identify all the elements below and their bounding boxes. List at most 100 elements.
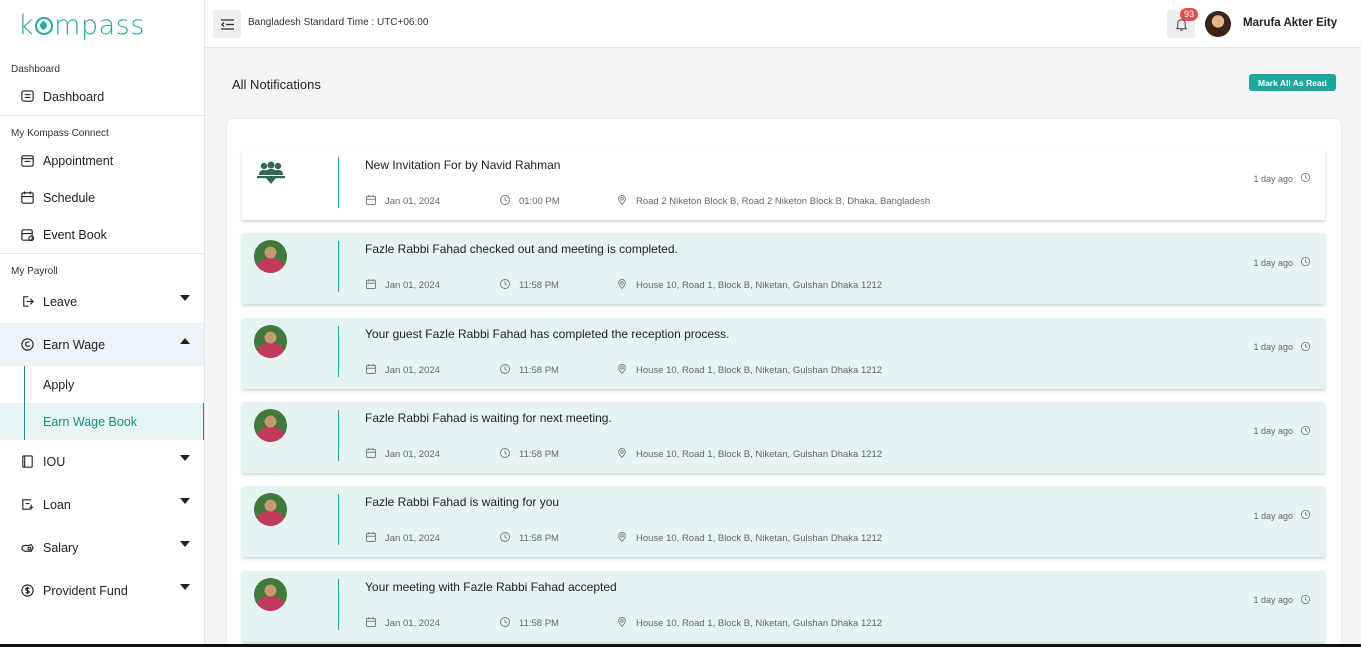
sidebar-item-appointment[interactable]: Appointment	[0, 142, 204, 179]
calendar-icon	[365, 363, 385, 378]
sidebar-item-dashboard[interactable]: Dashboard	[0, 78, 204, 115]
notification-time-ago: 1 day ago	[1253, 256, 1311, 269]
sidebar-item-event-book[interactable]: Event Book	[0, 216, 204, 253]
calendar-icon	[365, 194, 385, 209]
notification-time-ago: 1 day ago	[1253, 594, 1311, 607]
notification-date: Jan 01, 2024	[365, 616, 440, 631]
card-divider	[338, 494, 339, 546]
sidebar-item-label: IOU	[43, 454, 66, 469]
time-ago-text: 1 day ago	[1253, 595, 1293, 605]
location-pin-icon	[616, 447, 636, 462]
notification-time: 11:58 PM	[499, 531, 559, 546]
card-divider	[338, 241, 339, 293]
location-text: Road 2 Niketon Block B, Road 2 Niketon B…	[636, 196, 931, 207]
time-ago-text: 1 day ago	[1253, 510, 1293, 521]
calendar-icon	[20, 190, 35, 205]
time-text: 11:58 PM	[519, 533, 559, 545]
notification-card[interactable]: New Invitation For by Navid Rahman Jan 01…	[242, 149, 1325, 220]
sidebar-item-label: Event Book	[43, 227, 107, 242]
notification-card[interactable]: Your guest Fazle Rabbi Fahad has complet…	[242, 317, 1325, 389]
sidebar: k mpass Dashboard Dashboard My Kompass Co…	[0, 0, 205, 647]
kompass-logo[interactable]: k mpass	[0, 0, 204, 52]
user-name[interactable]: Marufa Akter Eity	[1243, 17, 1337, 29]
chevron-down-icon	[180, 584, 190, 590]
user-avatar[interactable]	[1205, 11, 1231, 37]
location-pin-icon	[616, 278, 636, 293]
notification-time: 11:58 PM	[499, 278, 559, 293]
time-ago-text: 1 day ago	[1253, 173, 1293, 184]
notification-location: Road 2 Niketon Block B, Road 2 Niketon B…	[616, 194, 930, 209]
sidebar-subitem-earn-wage-book[interactable]: Earn Wage Book	[0, 403, 204, 440]
sidebar-item-schedule[interactable]: Schedule	[0, 179, 204, 216]
sidebar-item-iou[interactable]: IOU	[0, 440, 204, 483]
leave-icon	[20, 294, 35, 309]
sidebar-item-label: Dashboard	[43, 89, 105, 104]
notification-title: Fazle Rabbi Fahad is waiting for next me…	[365, 410, 612, 425]
notification-time-ago: 1 day ago	[1253, 341, 1311, 354]
page-title: All Notifications	[232, 77, 321, 92]
menu-toggle-button[interactable]	[213, 10, 241, 38]
location-pin-icon	[616, 363, 636, 378]
sidebar-item-loan[interactable]: Loan	[0, 483, 204, 526]
clock-icon	[1293, 594, 1311, 607]
salary-icon	[20, 540, 35, 555]
notification-location: House 10, Road 1, Block B, Niketan, Guls…	[616, 447, 882, 462]
calendar-icon	[365, 616, 385, 631]
notification-card[interactable]: Fazle Rabbi Fahad checked out and meetin…	[242, 233, 1325, 305]
menu-collapse-icon	[220, 18, 234, 30]
dollar-coin-icon	[20, 583, 35, 598]
card-divider	[338, 409, 339, 461]
clock-icon	[1293, 509, 1311, 522]
clock-icon	[1293, 425, 1311, 438]
location-text: House 10, Road 1, Block B, Niketan, Guls…	[636, 533, 883, 545]
location-pin-icon	[616, 194, 636, 209]
clock-icon	[499, 531, 519, 546]
sidebar-item-label: Schedule	[43, 190, 96, 205]
sidebar-item-leave[interactable]: Leave	[0, 280, 204, 323]
notification-date: Jan 01, 2024	[365, 278, 440, 293]
notification-title: Fazle Rabbi Fahad checked out and meetin…	[365, 242, 678, 257]
notification-location: House 10, Road 1, Block B, Niketan, Guls…	[616, 531, 882, 546]
timezone-label: Bangladesh Standard Time : UTC+06:00	[248, 17, 429, 28]
notification-time: 11:58 PM	[499, 616, 559, 631]
notification-time: 01:00 PM	[499, 194, 560, 209]
notification-time: 11:58 PM	[499, 363, 559, 378]
top-header: Bangladesh Standard Time : UTC+06:00 93 …	[205, 0, 1361, 48]
sidebar-item-label: Salary	[43, 540, 79, 555]
sidebar-subitem-apply[interactable]: Apply	[0, 366, 204, 403]
clock-icon	[1293, 172, 1311, 185]
person-avatar	[254, 240, 287, 274]
notification-count-badge: 93	[1180, 8, 1199, 21]
sidebar-item-label: Loan	[43, 497, 71, 512]
person-avatar	[254, 577, 287, 611]
notification-time-ago: 1 day ago	[1253, 509, 1311, 522]
notification-title: Your meeting with Fazle Rabbi Fahad acce…	[365, 579, 617, 594]
mark-all-read-button[interactable]: Mark All As Read	[1249, 74, 1336, 91]
date-text: Jan 01, 2024	[385, 280, 440, 292]
notification-card[interactable]: Your meeting with Fazle Rabbi Fahad acce…	[242, 570, 1325, 642]
notification-time-ago: 1 day ago	[1253, 425, 1311, 438]
date-text: Jan 01, 2024	[385, 196, 440, 207]
date-text: Jan 01, 2024	[385, 364, 440, 376]
sidebar-item-label: Earn Wage Book	[43, 414, 138, 429]
section-label-dashboard: Dashboard	[11, 64, 60, 75]
time-text: 11:58 PM	[519, 448, 559, 460]
notification-date: Jan 01, 2024	[365, 447, 440, 462]
sidebar-item-salary[interactable]: Salary	[0, 526, 204, 569]
location-pin-icon	[616, 616, 636, 631]
notification-time: 11:58 PM	[499, 447, 559, 462]
notification-location: House 10, Road 1, Block B, Niketan, Guls…	[616, 616, 882, 631]
location-text: House 10, Road 1, Block B, Niketan, Guls…	[636, 617, 883, 629]
date-text: Jan 01, 2024	[385, 533, 440, 545]
notification-card[interactable]: Fazle Rabbi Fahad is waiting for you Jan …	[242, 486, 1325, 558]
notification-location: House 10, Road 1, Block B, Niketan, Guls…	[616, 363, 882, 378]
notification-location: House 10, Road 1, Block B, Niketan, Guls…	[616, 278, 882, 293]
notification-card[interactable]: Fazle Rabbi Fahad is waiting for next me…	[242, 401, 1325, 473]
sidebar-item-provident-fund[interactable]: Provident Fund	[0, 569, 204, 612]
sidebar-item-label: Apply	[43, 377, 75, 392]
sidebar-item-label: Provident Fund	[43, 583, 128, 598]
clock-icon	[1293, 256, 1311, 269]
event-book-icon	[20, 227, 35, 242]
chevron-down-icon	[180, 498, 190, 504]
sidebar-item-earn-wage[interactable]: Earn Wage	[0, 323, 204, 366]
